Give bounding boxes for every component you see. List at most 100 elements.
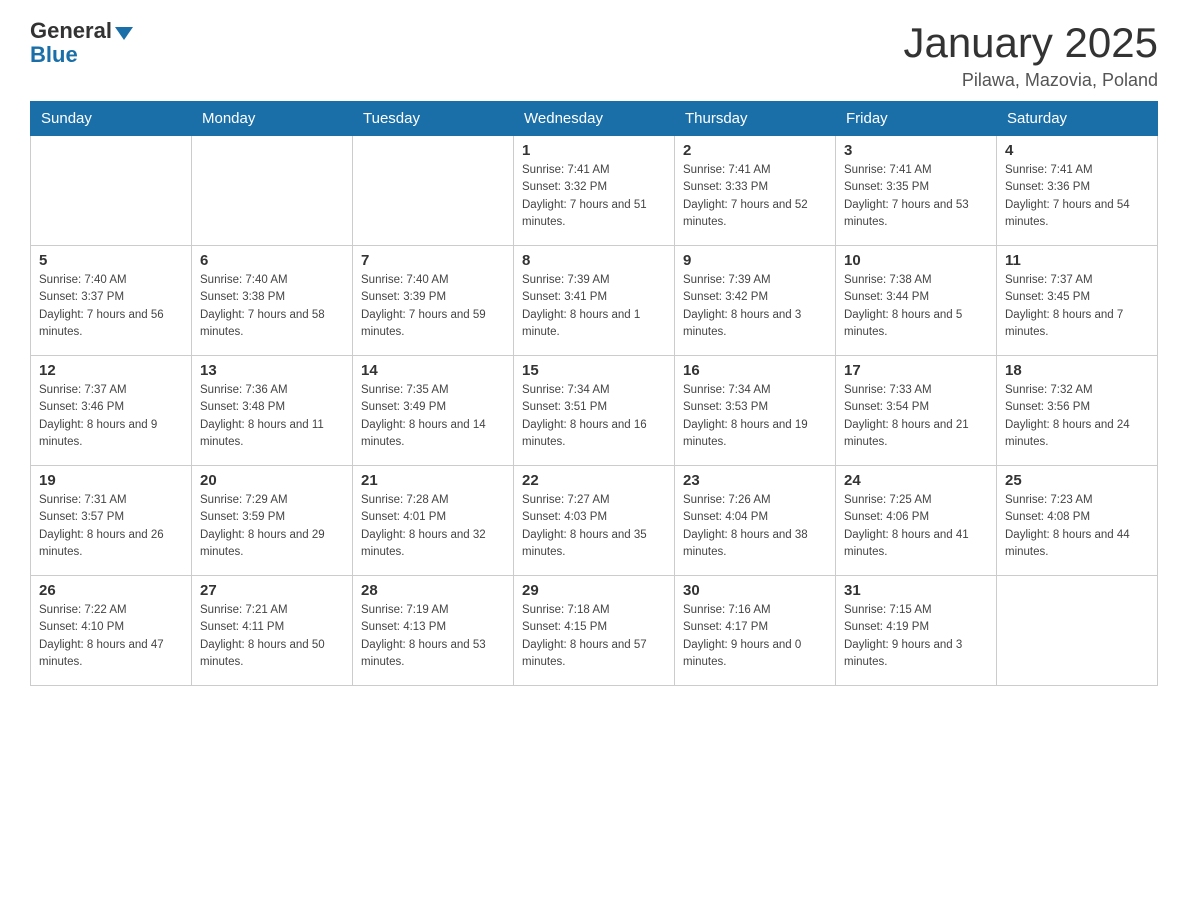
day-info: Sunrise: 7:36 AMSunset: 3:48 PMDaylight:…	[200, 382, 344, 451]
day-info: Sunrise: 7:41 AMSunset: 3:32 PMDaylight:…	[522, 162, 666, 231]
weekday-header: Monday	[192, 102, 353, 136]
day-number: 17	[844, 362, 988, 379]
day-number: 13	[200, 362, 344, 379]
month-title: January 2025	[903, 20, 1158, 66]
calendar-day-cell: 21 Sunrise: 7:28 AMSunset: 4:01 PMDayligh…	[353, 466, 514, 576]
title-block: January 2025 Pilawa, Mazovia, Poland	[903, 20, 1158, 91]
calendar-day-cell: 20 Sunrise: 7:29 AMSunset: 3:59 PMDayligh…	[192, 466, 353, 576]
day-info: Sunrise: 7:19 AMSunset: 4:13 PMDaylight:…	[361, 602, 505, 671]
calendar-day-cell: 16 Sunrise: 7:34 AMSunset: 3:53 PMDayligh…	[675, 356, 836, 466]
day-number: 4	[1005, 142, 1149, 159]
calendar-week-row: 5 Sunrise: 7:40 AMSunset: 3:37 PMDaylight…	[31, 246, 1158, 356]
location: Pilawa, Mazovia, Poland	[903, 70, 1158, 91]
calendar-table: SundayMondayTuesdayWednesdayThursdayFrid…	[30, 101, 1158, 686]
day-number: 29	[522, 582, 666, 599]
day-number: 26	[39, 582, 183, 599]
calendar-day-cell	[192, 136, 353, 246]
calendar-week-row: 1 Sunrise: 7:41 AMSunset: 3:32 PMDaylight…	[31, 136, 1158, 246]
day-number: 9	[683, 252, 827, 269]
day-number: 25	[1005, 472, 1149, 489]
weekday-header: Tuesday	[353, 102, 514, 136]
day-info: Sunrise: 7:18 AMSunset: 4:15 PMDaylight:…	[522, 602, 666, 671]
day-number: 1	[522, 142, 666, 159]
day-info: Sunrise: 7:41 AMSunset: 3:33 PMDaylight:…	[683, 162, 827, 231]
day-number: 31	[844, 582, 988, 599]
day-info: Sunrise: 7:28 AMSunset: 4:01 PMDaylight:…	[361, 492, 505, 561]
day-info: Sunrise: 7:16 AMSunset: 4:17 PMDaylight:…	[683, 602, 827, 671]
day-info: Sunrise: 7:39 AMSunset: 3:41 PMDaylight:…	[522, 272, 666, 341]
calendar-header-row: SundayMondayTuesdayWednesdayThursdayFrid…	[31, 102, 1158, 136]
weekday-header: Sunday	[31, 102, 192, 136]
day-info: Sunrise: 7:15 AMSunset: 4:19 PMDaylight:…	[844, 602, 988, 671]
day-info: Sunrise: 7:27 AMSunset: 4:03 PMDaylight:…	[522, 492, 666, 561]
calendar-day-cell: 23 Sunrise: 7:26 AMSunset: 4:04 PMDayligh…	[675, 466, 836, 576]
day-number: 21	[361, 472, 505, 489]
day-info: Sunrise: 7:41 AMSunset: 3:36 PMDaylight:…	[1005, 162, 1149, 231]
calendar-day-cell: 2 Sunrise: 7:41 AMSunset: 3:33 PMDaylight…	[675, 136, 836, 246]
calendar-day-cell: 13 Sunrise: 7:36 AMSunset: 3:48 PMDayligh…	[192, 356, 353, 466]
weekday-header: Thursday	[675, 102, 836, 136]
day-number: 11	[1005, 252, 1149, 269]
calendar-day-cell: 31 Sunrise: 7:15 AMSunset: 4:19 PMDayligh…	[836, 576, 997, 686]
day-info: Sunrise: 7:29 AMSunset: 3:59 PMDaylight:…	[200, 492, 344, 561]
day-number: 19	[39, 472, 183, 489]
calendar-day-cell: 17 Sunrise: 7:33 AMSunset: 3:54 PMDayligh…	[836, 356, 997, 466]
day-info: Sunrise: 7:21 AMSunset: 4:11 PMDaylight:…	[200, 602, 344, 671]
logo-arrow-icon	[115, 27, 133, 40]
weekday-header: Saturday	[997, 102, 1158, 136]
day-info: Sunrise: 7:40 AMSunset: 3:39 PMDaylight:…	[361, 272, 505, 341]
day-number: 22	[522, 472, 666, 489]
day-number: 5	[39, 252, 183, 269]
day-info: Sunrise: 7:23 AMSunset: 4:08 PMDaylight:…	[1005, 492, 1149, 561]
calendar-week-row: 19 Sunrise: 7:31 AMSunset: 3:57 PMDayligh…	[31, 466, 1158, 576]
day-number: 20	[200, 472, 344, 489]
day-info: Sunrise: 7:37 AMSunset: 3:45 PMDaylight:…	[1005, 272, 1149, 341]
calendar-day-cell: 11 Sunrise: 7:37 AMSunset: 3:45 PMDayligh…	[997, 246, 1158, 356]
day-info: Sunrise: 7:25 AMSunset: 4:06 PMDaylight:…	[844, 492, 988, 561]
calendar-day-cell: 30 Sunrise: 7:16 AMSunset: 4:17 PMDayligh…	[675, 576, 836, 686]
day-info: Sunrise: 7:33 AMSunset: 3:54 PMDaylight:…	[844, 382, 988, 451]
day-number: 23	[683, 472, 827, 489]
day-info: Sunrise: 7:40 AMSunset: 3:38 PMDaylight:…	[200, 272, 344, 341]
day-info: Sunrise: 7:37 AMSunset: 3:46 PMDaylight:…	[39, 382, 183, 451]
calendar-day-cell: 14Sunrise: 7:35 AMSunset: 3:49 PMDayligh…	[353, 356, 514, 466]
calendar-day-cell: 29 Sunrise: 7:18 AMSunset: 4:15 PMDayligh…	[514, 576, 675, 686]
day-number: 15	[522, 362, 666, 379]
day-info: Sunrise: 7:32 AMSunset: 3:56 PMDaylight:…	[1005, 382, 1149, 451]
calendar-day-cell: 24 Sunrise: 7:25 AMSunset: 4:06 PMDayligh…	[836, 466, 997, 576]
day-info: Sunrise: 7:34 AMSunset: 3:53 PMDaylight:…	[683, 382, 827, 451]
calendar-day-cell: 10 Sunrise: 7:38 AMSunset: 3:44 PMDayligh…	[836, 246, 997, 356]
day-number: 10	[844, 252, 988, 269]
logo: General Blue	[30, 20, 133, 68]
day-number: 2	[683, 142, 827, 159]
logo-general-text: General	[30, 20, 112, 42]
weekday-header: Friday	[836, 102, 997, 136]
calendar-day-cell: 4 Sunrise: 7:41 AMSunset: 3:36 PMDaylight…	[997, 136, 1158, 246]
calendar-day-cell: 5 Sunrise: 7:40 AMSunset: 3:37 PMDaylight…	[31, 246, 192, 356]
calendar-day-cell: 7Sunrise: 7:40 AMSunset: 3:39 PMDaylight…	[353, 246, 514, 356]
calendar-day-cell: 15 Sunrise: 7:34 AMSunset: 3:51 PMDayligh…	[514, 356, 675, 466]
day-number: 8	[522, 252, 666, 269]
day-info: Sunrise: 7:26 AMSunset: 4:04 PMDaylight:…	[683, 492, 827, 561]
day-info: Sunrise: 7:41 AMSunset: 3:35 PMDaylight:…	[844, 162, 988, 231]
calendar-day-cell	[997, 576, 1158, 686]
day-number: 24	[844, 472, 988, 489]
weekday-header: Wednesday	[514, 102, 675, 136]
day-info: Sunrise: 7:39 AMSunset: 3:42 PMDaylight:…	[683, 272, 827, 341]
day-info: Sunrise: 7:35 AMSunset: 3:49 PMDaylight:…	[361, 382, 505, 451]
day-info: Sunrise: 7:38 AMSunset: 3:44 PMDaylight:…	[844, 272, 988, 341]
calendar-day-cell: 9 Sunrise: 7:39 AMSunset: 3:42 PMDaylight…	[675, 246, 836, 356]
day-info: Sunrise: 7:31 AMSunset: 3:57 PMDaylight:…	[39, 492, 183, 561]
calendar-day-cell: 12Sunrise: 7:37 AMSunset: 3:46 PMDayligh…	[31, 356, 192, 466]
calendar-day-cell: 6 Sunrise: 7:40 AMSunset: 3:38 PMDaylight…	[192, 246, 353, 356]
day-info: Sunrise: 7:34 AMSunset: 3:51 PMDaylight:…	[522, 382, 666, 451]
day-info: Sunrise: 7:40 AMSunset: 3:37 PMDaylight:…	[39, 272, 183, 341]
calendar-week-row: 12Sunrise: 7:37 AMSunset: 3:46 PMDayligh…	[31, 356, 1158, 466]
calendar-day-cell: 3Sunrise: 7:41 AMSunset: 3:35 PMDaylight…	[836, 136, 997, 246]
calendar-day-cell: 19 Sunrise: 7:31 AMSunset: 3:57 PMDayligh…	[31, 466, 192, 576]
calendar-day-cell: 22 Sunrise: 7:27 AMSunset: 4:03 PMDayligh…	[514, 466, 675, 576]
day-number: 30	[683, 582, 827, 599]
day-number: 16	[683, 362, 827, 379]
day-number: 6	[200, 252, 344, 269]
calendar-day-cell: 1 Sunrise: 7:41 AMSunset: 3:32 PMDaylight…	[514, 136, 675, 246]
